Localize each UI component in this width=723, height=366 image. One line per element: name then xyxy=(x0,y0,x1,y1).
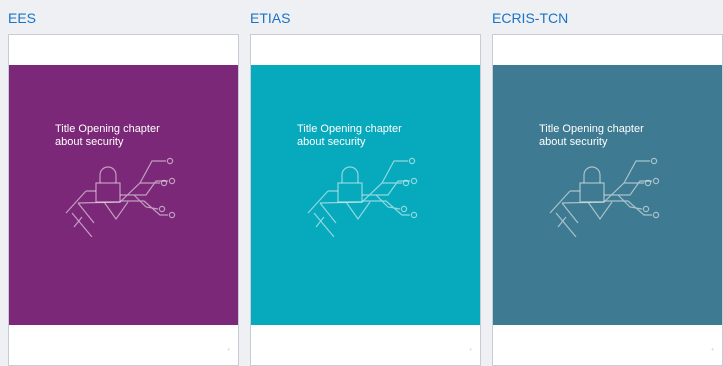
cover-panel-etias: Title Opening chapter about security xyxy=(251,65,480,325)
column-ecris-tcn: ECRIS-TCN Title Opening chapter about se… xyxy=(492,0,723,366)
cover-title-line1: Title Opening chapter xyxy=(539,123,644,135)
cover-panel-ecris-tcn: Title Opening chapter about security xyxy=(493,65,722,325)
cover-title-ecris-tcn: Title Opening chapter about security xyxy=(539,123,709,149)
column-label-etias: ETIAS xyxy=(250,10,291,26)
column-ees: EES Title Opening chapter about security… xyxy=(8,0,239,366)
cover-title-line1: Title Opening chapter xyxy=(297,123,402,135)
padlock-circuit-icon xyxy=(65,157,176,237)
column-etias: ETIAS Title Opening chapter about securi… xyxy=(250,0,481,366)
cover-title-line1: Title Opening chapter xyxy=(55,123,160,135)
cover-panel-ees: Title Opening chapter about security xyxy=(9,65,238,325)
padlock-circuit-icon xyxy=(307,157,418,237)
document-preview-etias[interactable]: Title Opening chapter about security + xyxy=(250,34,481,366)
page-marker: + xyxy=(227,347,230,353)
column-label-ees: EES xyxy=(8,10,37,26)
cover-title-line2: about security xyxy=(297,136,366,148)
page-marker: + xyxy=(469,347,472,353)
page-marker: + xyxy=(711,347,714,353)
cover-title-line2: about security xyxy=(55,136,124,148)
column-label-ecris-tcn: ECRIS-TCN xyxy=(492,10,569,26)
cover-title-line2: about security xyxy=(539,136,608,148)
padlock-circuit-icon xyxy=(549,157,660,237)
document-preview-ecris-tcn[interactable]: Title Opening chapter about security + xyxy=(492,34,723,366)
cover-title-etias: Title Opening chapter about security xyxy=(297,123,467,149)
document-preview-ees[interactable]: Title Opening chapter about security + xyxy=(8,34,239,366)
cover-title-ees: Title Opening chapter about security xyxy=(55,123,225,149)
